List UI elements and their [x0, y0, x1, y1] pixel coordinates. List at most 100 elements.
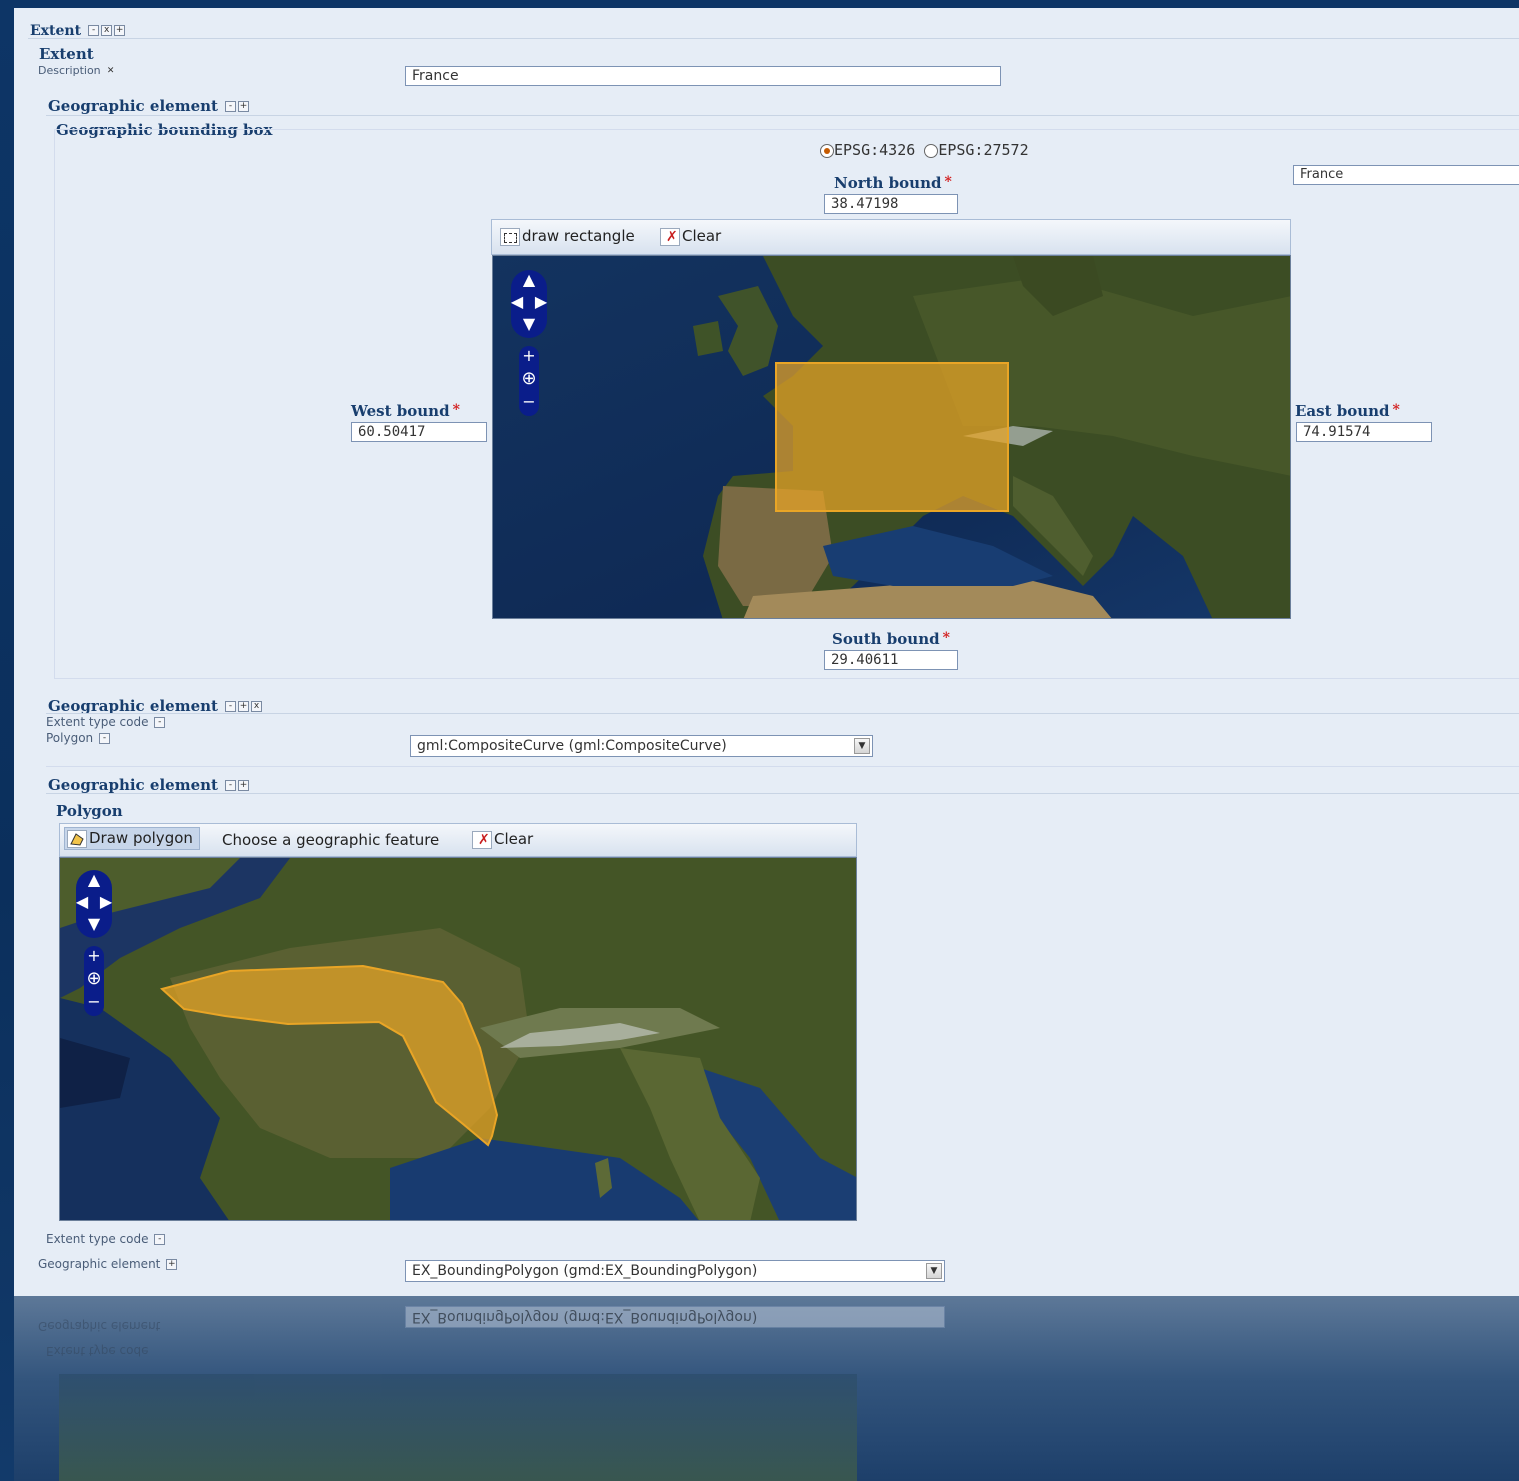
polygon-map-toolbar: Draw polygon Choose a geographic feature…	[59, 823, 857, 857]
zoom-out-icon[interactable]: −	[84, 992, 104, 1012]
draw-polygon-icon	[67, 829, 87, 848]
zoom-in-icon[interactable]: +	[519, 346, 539, 366]
metadata-editor-panel: Extent - x + Extent Description ✕ France G…	[14, 8, 1519, 1296]
move-down-icon[interactable]: ▼	[519, 314, 539, 334]
map-navigation: ▲ ◀ ▶ ▼ + ⊕ −	[72, 870, 116, 1016]
choose-feature-label: Choose a geographic feature	[222, 831, 440, 849]
collapse-icon[interactable]: -	[225, 101, 237, 112]
divider	[46, 766, 1519, 767]
south-bound-input[interactable]: 29.40611	[824, 650, 958, 670]
polygon-type-select[interactable]: gml:CompositeCurve (gml:CompositeCurve) …	[410, 735, 873, 757]
reflection-strip: EX_BoundingPolygon (gmd:EX_BoundingPolyg…	[14, 1296, 1519, 1481]
crs-radio-group: EPSG:4326 EPSG:27572	[820, 141, 1029, 159]
move-left-icon[interactable]: ◀	[507, 292, 527, 312]
remove-icon[interactable]: -	[98, 733, 110, 744]
footer-extent-type-label: Extent type code	[46, 1232, 149, 1246]
clear-bbox-button[interactable]: ✗ Clear	[660, 227, 721, 246]
east-bound-label-text: East bound	[1295, 402, 1390, 420]
bbox-map-toolbar: draw rectangle ✗ Clear	[491, 219, 1291, 255]
draw-polygon-label: Draw polygon	[89, 829, 193, 847]
reflection-geo-element-label: Geographic element	[38, 1319, 161, 1333]
choose-feature-button[interactable]: Choose a geographic feature	[222, 831, 439, 849]
move-up-icon[interactable]: ▲	[84, 870, 104, 890]
remove-icon[interactable]: ✕	[106, 66, 115, 76]
west-bound-label: West bound *	[351, 402, 460, 420]
move-right-icon[interactable]: ▶	[531, 292, 551, 312]
divider	[46, 115, 1519, 116]
crs-label-4326: EPSG:4326	[834, 141, 916, 159]
move-down-icon[interactable]: ▼	[84, 914, 104, 934]
polygon-subheader: Polygon	[56, 802, 123, 820]
satellite-map-france	[60, 858, 856, 1220]
geo-element-header-label: Geographic element	[48, 97, 218, 115]
divider	[46, 793, 1519, 794]
polygon-type-value: gml:CompositeCurve (gml:CompositeCurve)	[417, 738, 727, 754]
divider	[28, 38, 1519, 39]
footer-extent-type-row: Extent type code -	[46, 1232, 166, 1246]
reflection-select-text: EX_BoundingPolygon (gmd:EX_BoundingPolyg…	[412, 1309, 758, 1325]
zoom-world-icon[interactable]: ⊕	[84, 969, 104, 989]
satellite-map-europe	[493, 256, 1290, 618]
divider	[54, 129, 55, 679]
draw-polygon-button[interactable]: Draw polygon	[64, 827, 200, 850]
extent-type-code-row: Extent type code -	[46, 715, 166, 729]
description-label: Description ✕	[38, 64, 115, 77]
north-bound-label-text: North bound	[834, 174, 942, 192]
bbox-highlight[interactable]	[775, 362, 1009, 512]
clear-bbox-label: Clear	[682, 227, 722, 245]
description-input[interactable]: France	[405, 66, 1001, 86]
description-label-text: Description	[38, 64, 101, 77]
draw-rectangle-button[interactable]: draw rectangle	[500, 227, 635, 246]
bounding-polygon-value: EX_BoundingPolygon (gmd:EX_BoundingPolyg…	[412, 1263, 758, 1279]
crs-label-27572: EPSG:27572	[938, 141, 1029, 159]
move-right-icon[interactable]: ▶	[96, 892, 116, 912]
south-bound-label: South bound *	[832, 630, 950, 648]
remove-icon[interactable]: -	[154, 717, 166, 728]
clear-icon: ✗	[472, 830, 492, 849]
add-icon[interactable]: +	[238, 780, 250, 791]
remove-icon[interactable]: x	[251, 701, 263, 712]
bounding-polygon-select[interactable]: EX_BoundingPolygon (gmd:EX_BoundingPolyg…	[405, 1260, 945, 1282]
add-icon[interactable]: +	[238, 701, 250, 712]
reflection-map	[59, 1374, 857, 1481]
north-bound-label: North bound *	[834, 174, 952, 192]
north-bound-input[interactable]: 38.47198	[824, 194, 958, 214]
remove-icon[interactable]: x	[101, 25, 113, 36]
collapse-icon[interactable]: -	[88, 25, 100, 36]
south-bound-label-text: South bound	[832, 630, 940, 648]
reflection-select: EX_BoundingPolygon (gmd:EX_BoundingPolyg…	[405, 1306, 945, 1328]
add-icon[interactable]: +	[114, 25, 126, 36]
geo-element-header: Geographic element - +	[48, 96, 250, 115]
crs-radio-27572[interactable]	[924, 143, 939, 158]
east-bound-label: East bound *	[1295, 402, 1400, 420]
zoom-out-icon[interactable]: −	[519, 392, 539, 412]
move-up-icon[interactable]: ▲	[519, 270, 539, 290]
reflection-extent-type-label: Extent type code	[46, 1344, 149, 1358]
polygon-row: Polygon -	[46, 731, 110, 745]
region-input[interactable]: France	[1293, 165, 1519, 185]
collapse-icon[interactable]: -	[225, 701, 237, 712]
move-left-icon[interactable]: ◀	[72, 892, 92, 912]
geo-element-polygon-label: Geographic element	[48, 776, 218, 794]
zoom-world-icon[interactable]: ⊕	[519, 369, 539, 389]
collapse-icon[interactable]: -	[225, 780, 237, 791]
divider	[54, 129, 1519, 130]
east-bound-input[interactable]: 74.91574	[1296, 422, 1432, 442]
add-icon[interactable]: +	[238, 101, 250, 112]
west-bound-input[interactable]: 60.50417	[351, 422, 487, 442]
divider	[46, 713, 1519, 714]
west-bound-label-text: West bound	[351, 402, 450, 420]
draw-rectangle-label: draw rectangle	[522, 227, 635, 245]
clear-polygon-button[interactable]: ✗ Clear	[472, 830, 533, 849]
remove-icon[interactable]: -	[154, 1234, 166, 1245]
crs-radio-4326[interactable]	[820, 143, 834, 158]
bbox-map[interactable]: ▲ ◀ ▶ ▼ + ⊕ −	[492, 255, 1291, 619]
reflection-content: EX_BoundingPolygon (gmd:EX_BoundingPolyg…	[14, 1296, 1519, 1481]
zoom-in-icon[interactable]: +	[84, 946, 104, 966]
polygon-label: Polygon	[46, 731, 94, 745]
polygon-map[interactable]: ▲ ◀ ▶ ▼ + ⊕ −	[59, 857, 857, 1221]
chevron-down-icon[interactable]: ▼	[926, 1263, 942, 1279]
chevron-down-icon[interactable]: ▼	[854, 738, 870, 754]
add-icon[interactable]: +	[166, 1259, 178, 1270]
extent-header: Extent - x +	[30, 20, 126, 39]
